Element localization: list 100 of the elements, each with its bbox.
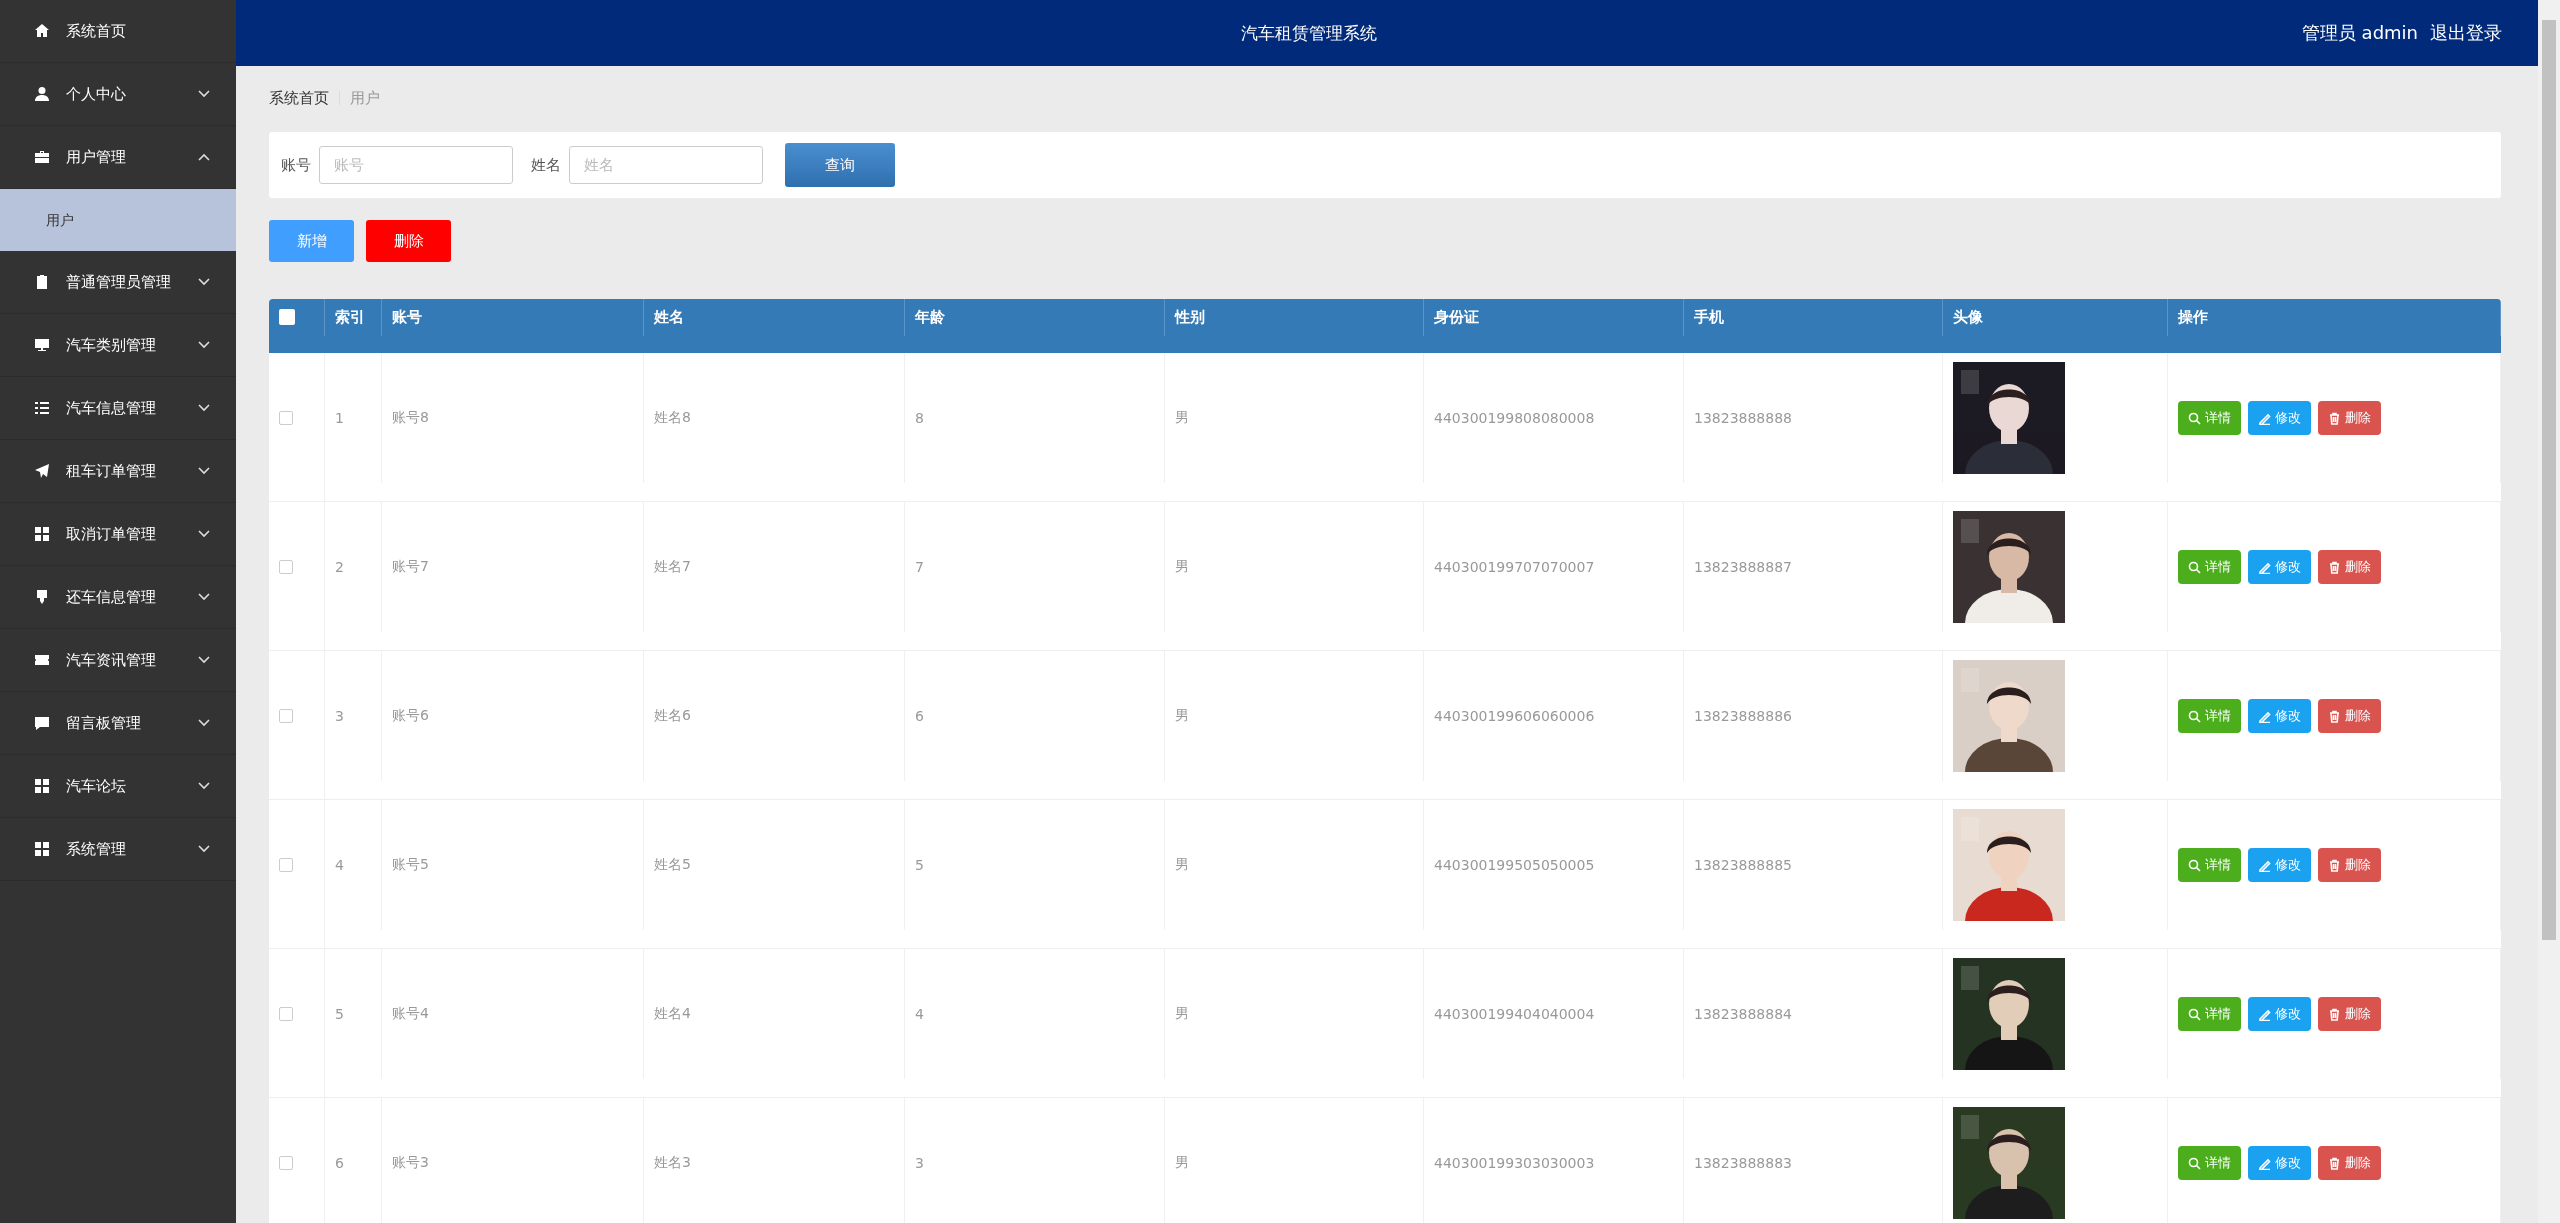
table-cell: 男 bbox=[1175, 409, 1189, 427]
row-checkbox[interactable] bbox=[279, 560, 293, 574]
table-cell: 5 bbox=[335, 1006, 344, 1022]
delete-button[interactable]: 删除 bbox=[2318, 997, 2381, 1031]
detail-button[interactable]: 详情 bbox=[2178, 550, 2241, 584]
detail-button[interactable]: 详情 bbox=[2178, 1146, 2241, 1180]
menu-item-icon bbox=[34, 589, 50, 605]
sidebar-item[interactable]: 个人中心 bbox=[0, 63, 236, 126]
table-cell: 6 bbox=[915, 708, 924, 724]
sidebar-item[interactable]: 普通管理员管理 bbox=[0, 251, 236, 314]
menu-item-icon bbox=[34, 86, 50, 102]
sidebar-item[interactable]: 还车信息管理 bbox=[0, 566, 236, 629]
row-checkbox[interactable] bbox=[279, 1156, 293, 1170]
search-field[interactable]: 账号 bbox=[319, 146, 513, 184]
submenu-item[interactable]: 用户 bbox=[0, 189, 236, 251]
table-cell: 姓名5 bbox=[654, 856, 691, 874]
select-all-checkbox[interactable] bbox=[279, 309, 295, 326]
trash-icon bbox=[2328, 560, 2341, 574]
table-cell: 账号6 bbox=[392, 707, 429, 725]
detail-button[interactable]: 详情 bbox=[2178, 699, 2241, 733]
table-cell: 7 bbox=[915, 559, 924, 575]
table-cell: 440300199303030003 bbox=[1434, 1155, 1595, 1171]
table-cell: 账号4 bbox=[392, 1005, 429, 1023]
edit-button[interactable]: 修改 bbox=[2248, 1146, 2311, 1180]
row-checkbox[interactable] bbox=[279, 858, 293, 872]
edit-button[interactable]: 修改 bbox=[2248, 848, 2311, 882]
table-cell: 4 bbox=[915, 1006, 924, 1022]
row-checkbox[interactable] bbox=[279, 709, 293, 723]
search-icon bbox=[2188, 709, 2201, 723]
menu-item-icon bbox=[34, 337, 50, 353]
trash-icon bbox=[2328, 411, 2341, 425]
delete-button[interactable]: 删除 bbox=[366, 220, 451, 262]
table-cell: 账号5 bbox=[392, 856, 429, 874]
search-icon bbox=[2188, 858, 2201, 872]
menu-item-icon bbox=[34, 778, 50, 794]
column-header: 身份证 bbox=[1424, 299, 1684, 336]
menu-item-icon bbox=[34, 149, 50, 165]
scrollbar[interactable] bbox=[2538, 0, 2560, 1223]
table-cell: 男 bbox=[1175, 856, 1189, 874]
delete-button[interactable]: 删除 bbox=[2318, 550, 2381, 584]
sidebar-item[interactable]: 取消订单管理 bbox=[0, 503, 236, 566]
table-cell: 账号3 bbox=[392, 1154, 429, 1172]
sidebar-item[interactable]: 汽车论坛 bbox=[0, 755, 236, 818]
table-cell: 2 bbox=[335, 559, 344, 575]
table-cell: 3 bbox=[335, 708, 344, 724]
column-header: 账号 bbox=[382, 299, 644, 336]
table-cell: 4 bbox=[335, 857, 344, 873]
menu-item-icon bbox=[34, 463, 50, 479]
table-cell: 男 bbox=[1175, 558, 1189, 576]
search-icon bbox=[2188, 560, 2201, 574]
detail-button[interactable]: 详情 bbox=[2178, 848, 2241, 882]
delete-button[interactable]: 删除 bbox=[2318, 401, 2381, 435]
column-header: 头像 bbox=[1943, 299, 2168, 336]
column-header: 操作 bbox=[2168, 299, 2501, 336]
menu-item-icon bbox=[34, 841, 50, 857]
sidebar-item[interactable]: 系统管理 bbox=[0, 818, 236, 881]
table-cell: 440300199808080008 bbox=[1434, 410, 1595, 426]
row-checkbox[interactable] bbox=[279, 411, 293, 425]
row-checkbox[interactable] bbox=[279, 1007, 293, 1021]
breadcrumb-current: 用户 bbox=[350, 88, 380, 108]
edit-button[interactable]: 修改 bbox=[2248, 997, 2311, 1031]
logout-link[interactable]: 退出登录 bbox=[2430, 21, 2502, 45]
sidebar-item[interactable]: 汽车资讯管理 bbox=[0, 629, 236, 692]
table-cell: 1 bbox=[335, 410, 344, 426]
edit-button[interactable]: 修改 bbox=[2248, 550, 2311, 584]
menu-item-icon bbox=[34, 400, 50, 416]
table-cell: 姓名3 bbox=[654, 1154, 691, 1172]
menu-item-icon bbox=[34, 274, 50, 290]
sidebar-item[interactable]: 租车订单管理 bbox=[0, 440, 236, 503]
table-cell: 6 bbox=[335, 1155, 344, 1171]
sidebar-item[interactable]: 留言板管理 bbox=[0, 692, 236, 755]
add-button[interactable]: 新增 bbox=[269, 220, 354, 262]
table-cell: 13823888888 bbox=[1694, 410, 1792, 426]
edit-button[interactable]: 修改 bbox=[2248, 401, 2311, 435]
delete-button[interactable]: 删除 bbox=[2318, 848, 2381, 882]
edit-button[interactable]: 修改 bbox=[2248, 699, 2311, 733]
search-icon bbox=[2188, 1156, 2201, 1170]
delete-button[interactable]: 删除 bbox=[2318, 1146, 2381, 1180]
table-cell: 13823888886 bbox=[1694, 708, 1792, 724]
table-cell: 姓名6 bbox=[654, 707, 691, 725]
table-cell: 姓名4 bbox=[654, 1005, 691, 1023]
pencil-icon bbox=[2258, 560, 2271, 574]
table-cell: 账号7 bbox=[392, 558, 429, 576]
sidebar-item[interactable]: 汽车信息管理 bbox=[0, 377, 236, 440]
search-button[interactable]: 查询 bbox=[785, 143, 895, 187]
table-cell: 13823888887 bbox=[1694, 559, 1792, 575]
column-header: 索引 bbox=[325, 299, 382, 336]
table-cell: 3 bbox=[915, 1155, 924, 1171]
trash-icon bbox=[2328, 709, 2341, 723]
delete-button[interactable]: 删除 bbox=[2318, 699, 2381, 733]
table-cell: 男 bbox=[1175, 1005, 1189, 1023]
breadcrumb-link[interactable]: 系统首页 bbox=[269, 88, 329, 108]
trash-icon bbox=[2328, 1007, 2341, 1021]
detail-button[interactable]: 详情 bbox=[2178, 997, 2241, 1031]
detail-button[interactable]: 详情 bbox=[2178, 401, 2241, 435]
column-header: 性别 bbox=[1165, 299, 1424, 336]
search-field[interactable]: 姓名 bbox=[569, 146, 763, 184]
table-cell: 440300199505050005 bbox=[1434, 857, 1595, 873]
table-cell: 姓名8 bbox=[654, 409, 691, 427]
sidebar-item[interactable]: 汽车类别管理 bbox=[0, 314, 236, 377]
